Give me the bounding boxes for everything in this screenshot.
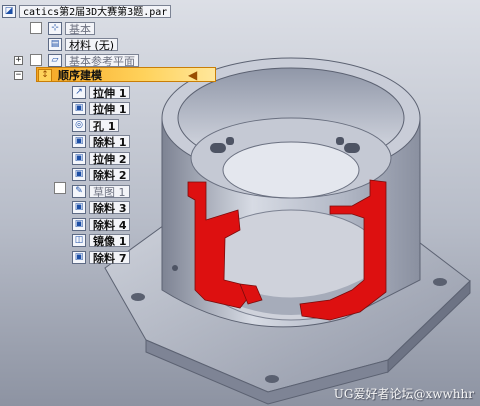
tree-item-label: 除料 1 [89,135,131,149]
arrow-left-icon: ◀ [188,68,198,82]
tree-item-feature[interactable]: ▣ 除料 2 [72,168,131,182]
tree-item-feature[interactable]: ▣ 除料 3 [72,201,131,215]
mount-hole [433,278,447,286]
tree-item-feature[interactable]: ◫ 镜像 1 [72,234,131,248]
feature-tree: ◪ catics第2届3D大赛第3题.par ⊹ 基本 ▤ 材料 (无) + ▱… [0,0,220,270]
tree-item-label: 孔 1 [89,118,120,133]
tree-item-label: 除料 2 [89,168,131,182]
hole-icon: ◎ [72,118,86,132]
cut-icon: ▣ [72,217,86,231]
mount-hole [131,293,145,301]
tree-item-feature[interactable]: ▣ 拉伸 1 [72,102,131,116]
tree-item-feature[interactable]: ▣ 除料 1 [72,135,131,149]
tree-item-ref-planes[interactable]: ▱ 基本参考平面 [48,53,139,68]
sketch-checkbox[interactable] [54,182,66,194]
base-checkbox[interactable] [30,22,42,34]
tree-item-label: 拉伸 1 [89,85,131,100]
tree-item-label: 除料 7 [89,250,131,265]
tree-item-feature[interactable]: ▣ 除料 7 [72,250,131,265]
tree-item-feature[interactable]: ▣ 拉伸 2 [72,151,131,166]
tree-item-base[interactable]: ⊹ 基本 [48,21,95,36]
tree-item-feature[interactable]: ◎ 孔 1 [72,118,120,133]
document-icon: ◪ [2,4,16,18]
cut-icon: ▣ [72,201,86,214]
tree-item-label: 镜像 1 [89,234,131,248]
tree-item-label: 基本 [65,21,95,36]
mirror-icon: ◫ [72,234,86,247]
document-title: catics第2届3D大赛第3题.par [19,4,172,18]
material-icon: ▤ [48,37,62,51]
mount-hole [265,375,279,383]
tree-item-label: 除料 3 [89,201,131,215]
tree-item-material[interactable]: ▤ 材料 (无) [48,37,119,52]
coordinate-system-icon: ⊹ [48,21,62,35]
tree-item-feature[interactable]: ✎ 草图 1 [72,184,130,199]
ordered-modeling-icon: ↕ [38,68,52,82]
sketch-icon: ✎ [72,184,86,198]
cut-icon: ▣ [72,135,86,148]
tree-item-label: 拉伸 2 [89,151,131,166]
tree-item-feature[interactable]: ↗ 拉伸 1 [72,85,131,100]
tree-item-label: 草图 1 [89,184,130,199]
extrude-icon: ↗ [72,85,86,99]
cut-icon: ▣ [72,250,86,264]
tree-item-label: 除料 4 [89,217,131,232]
tree-item-label: 顺序建模 [58,68,102,82]
expand-icon[interactable]: + [14,56,23,65]
ref-planes-checkbox[interactable] [30,54,42,66]
extrude-icon: ▣ [72,102,86,115]
collapse-icon[interactable]: − [14,71,23,80]
tree-item-label: 拉伸 1 [89,102,131,116]
document-node[interactable]: ◪ catics第2届3D大赛第3题.par [2,4,172,18]
plane-icon: ▱ [48,53,62,67]
cut-icon: ▣ [72,168,86,181]
extrude-icon: ▣ [72,151,86,165]
tree-item-feature[interactable]: ▣ 除料 4 [72,217,131,232]
watermark: UG爱好者论坛@xwwhhr [333,387,474,401]
tree-item-ordered-modeling[interactable]: ↕ 顺序建模 [38,68,105,82]
tree-item-label: 材料 (无) [65,37,119,52]
tree-item-label: 基本参考平面 [65,53,139,68]
